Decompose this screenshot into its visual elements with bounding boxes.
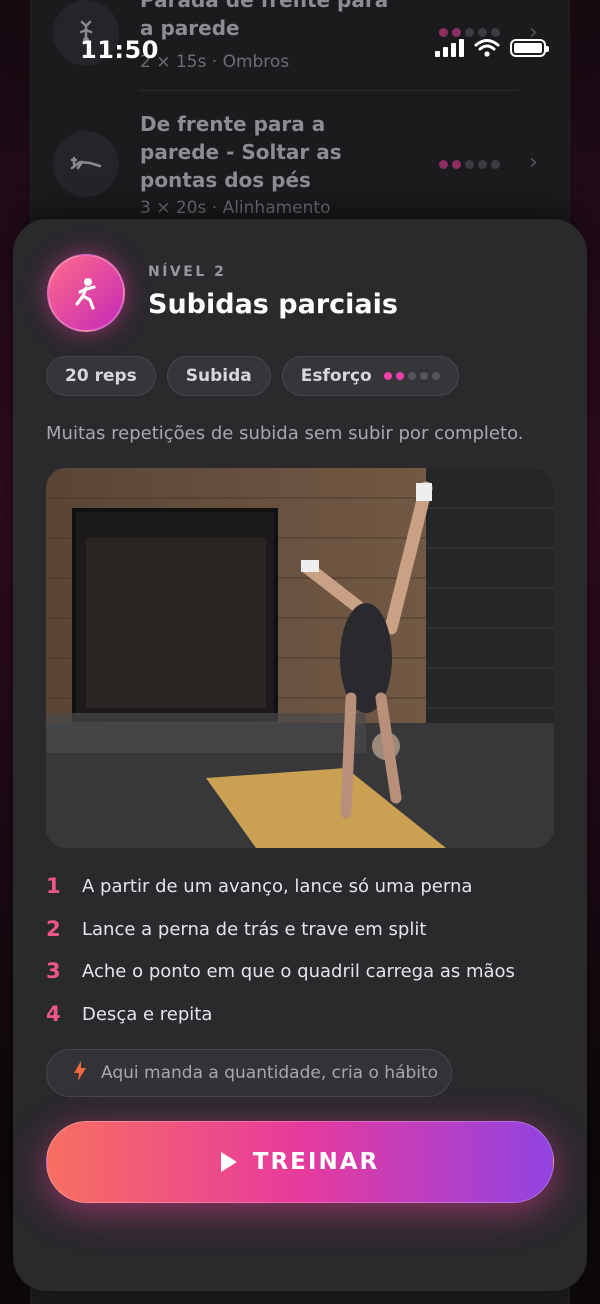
- type-chip-label: Subida: [185, 366, 252, 386]
- status-icons: [435, 38, 549, 58]
- lunge-figure-icon: [75, 278, 96, 310]
- exercise-title: Subidas parciais: [148, 289, 398, 320]
- list-item-meta: 3 × 20s · Alinhamento: [140, 198, 331, 218]
- bolt-icon: [73, 1060, 87, 1086]
- step-text: Ache o ponto em que o quadril carrega as…: [82, 961, 515, 982]
- level-label: NÍVEL 2: [148, 264, 227, 280]
- handstand-photo-illustration: [46, 468, 554, 848]
- step-number: 2: [46, 916, 61, 941]
- step-item: 2 Lance a perna de trás e trave em split: [46, 917, 515, 960]
- plank-icon: [53, 131, 119, 197]
- step-item: 1 A partir de um avanço, lance só uma per…: [46, 874, 515, 917]
- exercise-photo: [46, 468, 554, 848]
- tip-text: Aqui manda a quantidade, cria o hábito: [101, 1063, 439, 1083]
- exercise-avatar: [47, 254, 125, 332]
- effort-dot: [419, 372, 428, 380]
- step-number: 1: [46, 874, 61, 898]
- reps-chip-label: 20 reps: [65, 366, 137, 386]
- chip-row: 20 reps Subida Esforço: [46, 356, 459, 396]
- step-text: Lance a perna de trás e trave em split: [82, 918, 427, 940]
- step-number: 4: [46, 1001, 61, 1026]
- effort-dot: [383, 372, 392, 380]
- train-button-label: TREINAR: [252, 1149, 380, 1175]
- battery-icon: [510, 39, 549, 57]
- effort-dot: [431, 372, 440, 380]
- step-item: 4 Desça e repita: [46, 1002, 515, 1045]
- effort-dots: [439, 160, 500, 169]
- step-text: A partir de um avanço, lance só uma pern…: [82, 876, 473, 897]
- steps-list: 1 A partir de um avanço, lance só uma per…: [46, 874, 515, 1044]
- tip-pill: Aqui manda a quantidade, cria o hábito: [46, 1049, 452, 1097]
- reps-chip: 20 reps: [46, 356, 156, 396]
- exercise-detail-sheet: NÍVEL 2 Subidas parciais 20 reps Subida …: [13, 219, 587, 1291]
- list-item[interactable]: De frente para a parede - Soltar as pont…: [53, 110, 553, 220]
- type-chip: Subida: [166, 356, 271, 396]
- exercise-description: Muitas repetições de subida sem subir po…: [46, 423, 524, 444]
- list-item-title: De frente para a parede - Soltar as pont…: [140, 112, 342, 192]
- effort-dot: [407, 372, 416, 380]
- signal-icon: [435, 39, 464, 57]
- status-bar: 11:50: [0, 0, 600, 100]
- effort-chip-label: Esforço: [300, 366, 372, 386]
- step-number: 3: [46, 959, 61, 983]
- wifi-icon: [474, 39, 500, 57]
- step-item: 3 Ache o ponto em que o quadril carrega a…: [46, 959, 515, 1002]
- step-text: Desça e repita: [82, 1003, 213, 1025]
- play-icon: [220, 1152, 237, 1172]
- effort-chip: Esforço: [281, 356, 459, 396]
- chevron-right-icon: ›: [529, 150, 538, 175]
- status-time: 11:50: [80, 36, 159, 64]
- effort-dots: [383, 372, 440, 380]
- effort-dot: [395, 372, 404, 380]
- train-button[interactable]: TREINAR: [46, 1121, 554, 1203]
